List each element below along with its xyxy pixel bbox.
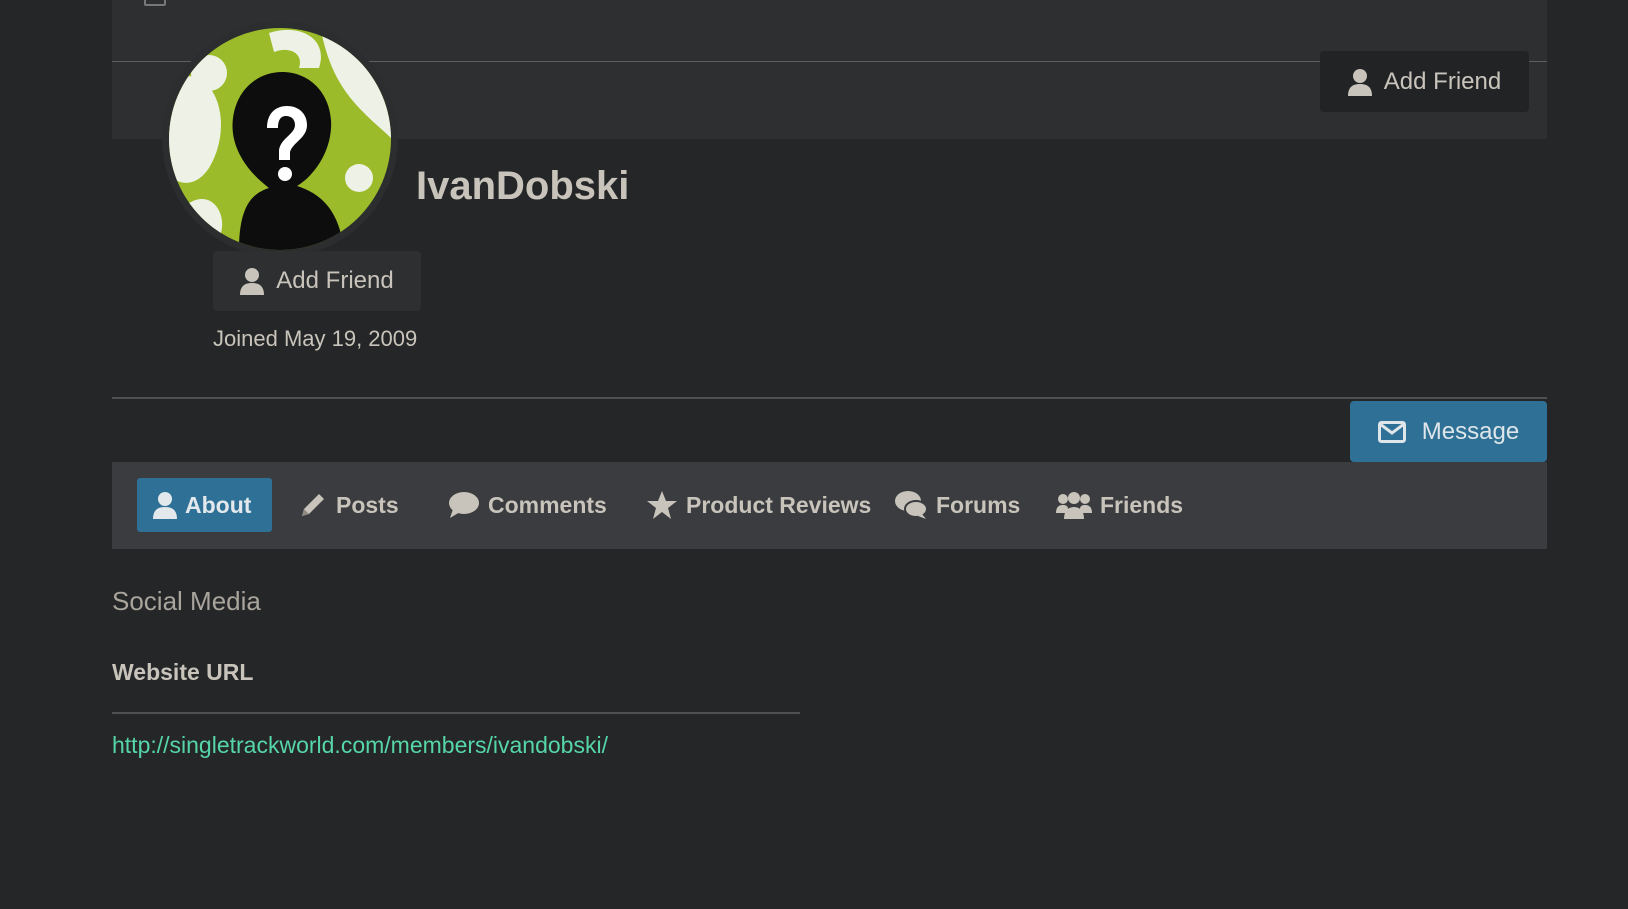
tab-comments[interactable]: Comments (432, 478, 623, 532)
tab-product-reviews[interactable]: Product Reviews (630, 478, 887, 532)
star-icon (646, 490, 678, 520)
tab-label: Product Reviews (686, 491, 872, 518)
add-friend-label: Add Friend (276, 267, 394, 294)
header-icon (144, 0, 166, 6)
profile-tabs: About Posts Comments Product Reviews For… (112, 462, 1547, 549)
joined-date: Joined May 19, 2009 (213, 326, 418, 351)
user-icon (1347, 68, 1372, 96)
message-label: Message (1421, 417, 1520, 445)
tab-label: Posts (336, 491, 399, 518)
tab-forums[interactable]: Forums (878, 478, 1036, 532)
comment-bubble-icon (448, 491, 480, 519)
envelope-icon (1377, 420, 1406, 443)
message-button[interactable]: Message (1350, 401, 1547, 462)
field-divider (112, 712, 800, 714)
cover-add-friend-button[interactable]: Add Friend (1320, 51, 1529, 112)
section-title: Social Media (112, 586, 261, 616)
tab-label: Comments (488, 491, 607, 518)
add-friend-button[interactable]: Add Friend (213, 251, 421, 311)
pencil-icon (298, 490, 328, 520)
tab-posts[interactable]: Posts (282, 478, 415, 532)
profile-username: IvanDobski (416, 164, 630, 208)
user-icon (153, 491, 177, 519)
section-divider (112, 397, 1547, 399)
website-url-label: Website URL (112, 659, 254, 685)
tab-friends[interactable]: Friends (1040, 478, 1199, 532)
website-url-link[interactable]: http://singletrackworld.com/members/ivan… (112, 732, 608, 759)
cover-add-friend-label: Add Friend (1383, 67, 1502, 95)
tab-label: About (185, 491, 252, 518)
tab-about[interactable]: About (137, 478, 272, 532)
chat-bubbles-icon (894, 490, 928, 520)
users-icon (1056, 491, 1092, 519)
avatar[interactable] (169, 28, 391, 250)
tab-label: Friends (1100, 491, 1184, 518)
tab-label: Forums (936, 491, 1021, 518)
user-icon (240, 267, 265, 295)
avatar-frame (162, 21, 398, 257)
